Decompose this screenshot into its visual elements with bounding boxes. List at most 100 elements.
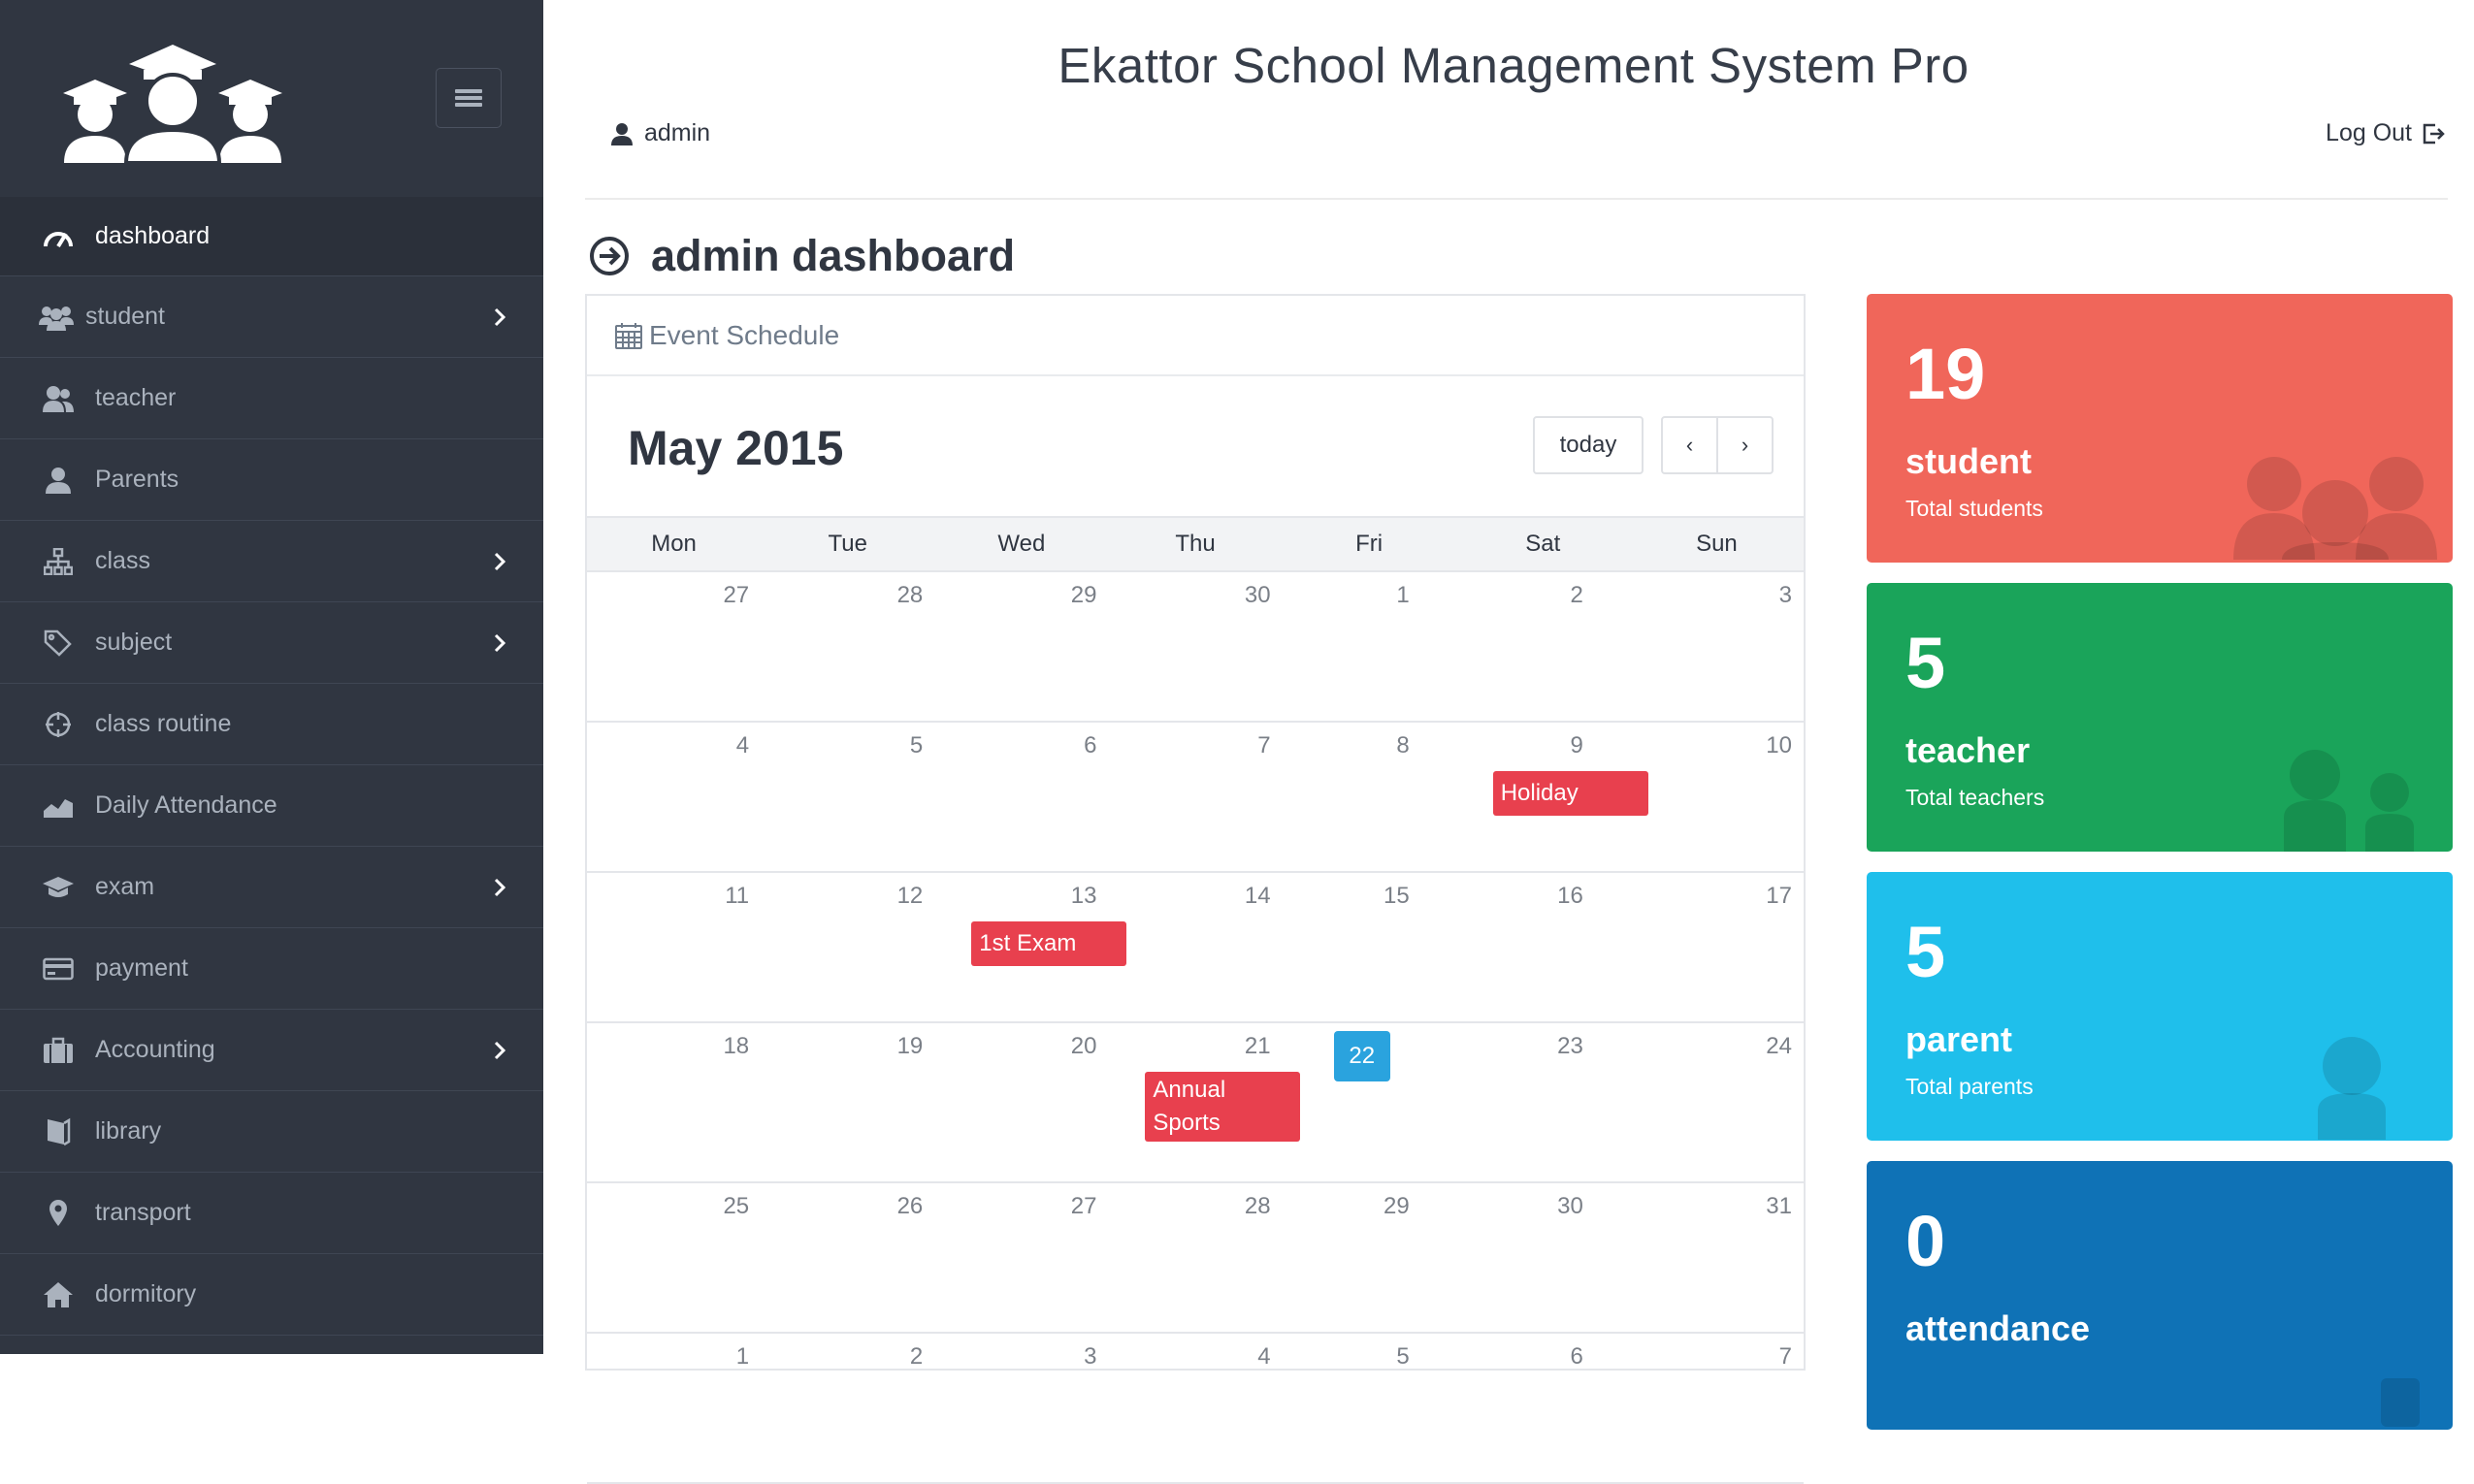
calendar-day-cell[interactable]: 26	[864, 1193, 924, 1220]
calendar-day-cell[interactable]: 31	[1734, 1193, 1792, 1220]
calendar-day-cell[interactable]: 18	[691, 1033, 749, 1060]
sidebar-item-dashboard[interactable]: dashboard	[0, 197, 543, 276]
users-icon	[2233, 453, 2437, 563]
sidebar-item-dormitory[interactable]: dormitory	[0, 1254, 543, 1336]
calendar-day-cell[interactable]: 2	[1525, 582, 1582, 609]
calendar-day-cell[interactable]: 10	[1734, 732, 1792, 759]
today-button[interactable]: today	[1533, 416, 1644, 474]
stat-tile-student[interactable]: 19 student Total students	[1867, 294, 2453, 563]
sidebar-item-daily-attendance[interactable]: Daily Attendance	[0, 765, 543, 847]
sidebar-item-label: subject	[95, 629, 173, 656]
calendar-day-cell[interactable]: 24	[1734, 1033, 1792, 1060]
chevron-right-icon	[491, 632, 508, 654]
calendar-day-cell[interactable]: 4	[691, 732, 749, 759]
chevron-right-icon	[491, 551, 508, 572]
calendar-event[interactable]: Annual Sports	[1145, 1072, 1301, 1142]
calendar-day-cell[interactable]: 11	[691, 883, 749, 910]
calendar-day-cell[interactable]: 27	[1038, 1193, 1097, 1220]
sidebar-item-exam[interactable]: exam	[0, 847, 543, 928]
logout-link[interactable]: Log Out	[2326, 119, 2445, 147]
stat-tile-teacher[interactable]: 5 teacher Total teachers	[1867, 583, 2453, 852]
sidebar-item-label: dashboard	[95, 222, 211, 249]
user-link[interactable]: admin	[611, 119, 710, 147]
calendar-event[interactable]: Holiday	[1492, 771, 1648, 816]
calendar-day-cell[interactable]: 27	[691, 582, 749, 609]
calendar-day-cell[interactable]: 22	[1333, 1031, 1390, 1081]
calendar-day-cell[interactable]: 28	[864, 582, 924, 609]
sidebar-item-label: teacher	[95, 384, 177, 411]
calendar-day-cell[interactable]: 15	[1351, 883, 1410, 910]
stat-count: 5	[1905, 623, 1946, 703]
calendar-day-cell[interactable]: 30	[1213, 582, 1271, 609]
chevron-right-icon	[491, 1040, 508, 1061]
users-icon	[37, 300, 76, 335]
calendar-day-cell[interactable]: 4	[1213, 1343, 1270, 1371]
calendar-day-cell[interactable]: 7	[1213, 732, 1270, 759]
sidebar-item-library[interactable]: library	[0, 1091, 543, 1173]
calendar-day-cell[interactable]: 19	[864, 1033, 924, 1060]
arrow-circle-right-icon	[590, 237, 629, 275]
calendar-day-cell[interactable]: 3	[1734, 582, 1792, 609]
calendar-day-cell[interactable]: 16	[1525, 883, 1583, 910]
sidebar-item-label: library	[95, 1117, 162, 1145]
sidebar-item-transport[interactable]: transport	[0, 1173, 543, 1254]
calendar-day-cell[interactable]: 5	[1351, 1343, 1409, 1371]
calendar-day-cell[interactable]: 2	[864, 1343, 923, 1371]
calendar-day-cell[interactable]: 12	[864, 883, 924, 910]
sidebar-nav: dashboard student teacher Parents class …	[0, 197, 543, 1336]
bar-chart-icon	[2371, 1369, 2429, 1430]
calendar-day-cell[interactable]: 5	[864, 732, 923, 759]
sidebar-item-class-routine[interactable]: class routine	[0, 684, 543, 765]
sidebar-item-payment[interactable]: payment	[0, 928, 543, 1010]
stat-label: teacher	[1905, 730, 2031, 770]
calendar-day-cell[interactable]: 25	[691, 1193, 749, 1220]
calendar-day-cell[interactable]: 3	[1038, 1343, 1096, 1371]
map-pin-icon	[39, 1196, 78, 1231]
username: admin	[644, 119, 711, 146]
calendar-day-cell[interactable]: 30	[1525, 1193, 1583, 1220]
calendar-day-cell[interactable]: 29	[1038, 582, 1097, 609]
weekday-header: Mon Tue Wed Thu Fri Sat Sun	[587, 516, 1804, 572]
sidebar-item-teacher[interactable]: teacher	[0, 358, 543, 439]
calendar-day-cell[interactable]: 7	[1734, 1343, 1792, 1371]
sidebar-item-student[interactable]: student	[0, 276, 543, 358]
calendar-day-cell[interactable]: 20	[1038, 1033, 1097, 1060]
stat-tile-parent[interactable]: 5 parent Total parents	[1867, 872, 2453, 1141]
calendar-day-cell[interactable]: 28	[1213, 1193, 1271, 1220]
sidebar-item-class[interactable]: class	[0, 521, 543, 602]
calendar-day-cell[interactable]: 6	[1525, 1343, 1582, 1371]
stat-label: parent	[1905, 1019, 2013, 1059]
calendar-day-cell[interactable]: 17	[1734, 883, 1792, 910]
briefcase-icon	[39, 1033, 78, 1068]
calendar-day-cell[interactable]: 13	[1038, 883, 1097, 910]
sidebar-item-label: Daily Attendance	[95, 791, 277, 819]
sidebar-item-accounting[interactable]: Accounting	[0, 1010, 543, 1091]
menu-toggle-button[interactable]	[436, 68, 502, 128]
calendar-day-cell[interactable]: 21	[1213, 1033, 1271, 1060]
hamburger-icon	[455, 89, 482, 107]
sidebar-item-label: dormitory	[95, 1280, 197, 1307]
tags-icon	[39, 626, 78, 661]
calendar-day-cell[interactable]: 23	[1525, 1033, 1583, 1060]
panel-title: Event Schedule	[649, 319, 840, 350]
calendar-day-cell[interactable]: 6	[1038, 732, 1096, 759]
calendar-day-cell[interactable]: 9	[1525, 732, 1582, 759]
calendar-day-cell[interactable]: 1	[1351, 582, 1409, 609]
next-month-button[interactable]: ›	[1716, 418, 1772, 472]
calendar-day-cell[interactable]: 14	[1213, 883, 1271, 910]
sidebar-item-subject[interactable]: subject	[0, 602, 543, 684]
sidebar-item-label: exam	[95, 873, 155, 900]
sidebar-item-label: Accounting	[95, 1036, 215, 1063]
prev-month-button[interactable]: ‹	[1663, 418, 1716, 472]
sidebar-item-parents[interactable]: Parents	[0, 439, 543, 521]
stat-tile-attendance[interactable]: 0 attendance	[1867, 1161, 2453, 1430]
calendar-day-cell[interactable]: 1	[691, 1343, 749, 1371]
calendar-day-cell[interactable]: 29	[1351, 1193, 1410, 1220]
calendar-week-row: 25 26 27 28 29 30 31	[587, 1183, 1804, 1334]
home-icon	[39, 1277, 78, 1312]
event-schedule-panel: Event Schedule May 2015 today ‹ › Mon Tue…	[585, 294, 1806, 1484]
calendar-day-cell[interactable]: 8	[1351, 732, 1409, 759]
calendar-event[interactable]: 1st Exam	[971, 921, 1127, 966]
stat-count: 19	[1905, 334, 1986, 414]
calendar-week-row: 18 19 20 21 Annual Sports 22 23 24	[587, 1023, 1804, 1183]
